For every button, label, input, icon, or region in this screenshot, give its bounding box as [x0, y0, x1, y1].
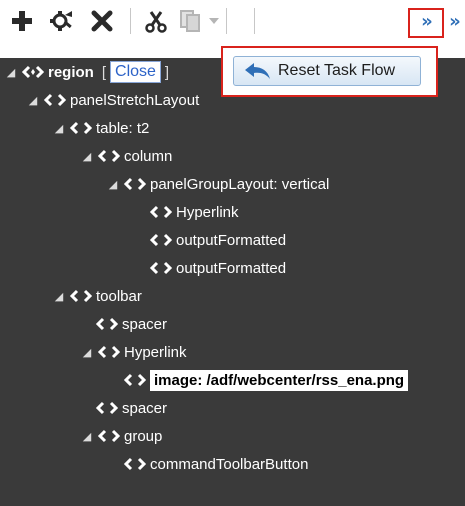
- component-tree: ◢ region [ Close ] ◢ panelStretchLayout …: [0, 58, 465, 506]
- tree-node[interactable]: ◢ panelGroupLayout: vertical: [104, 170, 330, 198]
- bracket-open: [: [101, 63, 107, 81]
- expand-toggle-icon[interactable]: ◢: [78, 430, 96, 443]
- tag-icon: [96, 317, 118, 331]
- tree-node[interactable]: outputFormatted: [148, 254, 286, 282]
- more-button[interactable]: »: [414, 8, 440, 34]
- toolbar-separator: [130, 8, 131, 34]
- expand-toggle-icon[interactable]: ◢: [2, 66, 20, 79]
- tree-node-label: image: /adf/webcenter/rss_ena.png: [150, 369, 409, 391]
- tree-node-label: spacer: [122, 315, 168, 333]
- toolbar-separator: [254, 8, 255, 34]
- tree-node-region[interactable]: ◢ region [ Close ]: [2, 58, 169, 86]
- toolbar: » »: [0, 0, 465, 46]
- tag-icon: [96, 401, 118, 415]
- tree-node-selected[interactable]: image: /adf/webcenter/rss_ena.png: [122, 366, 409, 394]
- tree-node-label: outputFormatted: [176, 259, 287, 277]
- tree-node[interactable]: commandToolbarButton: [122, 450, 308, 478]
- tag-icon: [150, 233, 172, 247]
- expand-toggle-icon[interactable]: ◢: [104, 178, 122, 191]
- tree-node[interactable]: Hyperlink: [148, 198, 239, 226]
- overflow-popup: Reset Task Flow: [221, 46, 438, 97]
- tag-icon: [150, 261, 172, 275]
- tree-node-label: Hyperlink: [176, 203, 239, 221]
- tree-node[interactable]: outputFormatted: [148, 226, 286, 254]
- tag-icon: [22, 65, 44, 79]
- tree-node-label: toolbar: [96, 287, 142, 305]
- tree-node[interactable]: ◢ panelStretchLayout: [24, 86, 200, 114]
- tree-node-label: panelGroupLayout: vertical: [150, 175, 330, 193]
- expand-toggle-icon[interactable]: ◢: [78, 150, 96, 163]
- cut-icon[interactable]: [142, 7, 170, 35]
- tree-node-label: table: t2: [96, 119, 150, 137]
- tree-node-label: column: [124, 147, 173, 165]
- copy-icon[interactable]: [176, 7, 204, 35]
- settings-icon[interactable]: [48, 7, 76, 35]
- tag-icon: [44, 93, 66, 107]
- more-button-secondary[interactable]: »: [446, 8, 464, 34]
- expand-toggle-icon[interactable]: ◢: [50, 122, 68, 135]
- tree-node[interactable]: ◢ column: [78, 142, 173, 170]
- reset-task-flow-button[interactable]: Reset Task Flow: [233, 56, 421, 86]
- bracket-close: ]: [164, 63, 170, 81]
- tree-node-label: panelStretchLayout: [70, 91, 200, 109]
- tag-icon: [70, 289, 92, 303]
- tree-node[interactable]: spacer: [94, 394, 167, 422]
- expand-toggle-icon[interactable]: ◢: [50, 290, 68, 303]
- tree-node-label: group: [124, 427, 163, 445]
- toolbar-separator: [226, 8, 227, 34]
- tree-node-label: commandToolbarButton: [150, 455, 309, 473]
- tree-node-label: region: [48, 63, 94, 81]
- undo-arrow-icon: [242, 60, 272, 82]
- tree-node[interactable]: ◢ Hyperlink: [78, 338, 187, 366]
- tree-node-label: Hyperlink: [124, 343, 187, 361]
- tag-icon: [98, 429, 120, 443]
- expand-toggle-icon[interactable]: ◢: [78, 346, 96, 359]
- tag-icon: [70, 121, 92, 135]
- tag-icon: [98, 149, 120, 163]
- tree-node[interactable]: ◢ toolbar: [50, 282, 142, 310]
- tag-icon: [124, 373, 146, 387]
- dropdown-icon[interactable]: [206, 7, 222, 35]
- tag-icon: [124, 457, 146, 471]
- delete-icon[interactable]: [88, 7, 116, 35]
- tag-icon: [98, 345, 120, 359]
- tree-node[interactable]: spacer: [94, 310, 167, 338]
- reset-task-flow-label: Reset Task Flow: [278, 62, 396, 79]
- close-link[interactable]: Close: [110, 61, 161, 83]
- add-icon[interactable]: [8, 7, 36, 35]
- tag-icon: [150, 205, 172, 219]
- tree-node[interactable]: ◢ group: [78, 422, 163, 450]
- tree-node-label: outputFormatted: [176, 231, 287, 249]
- tag-icon: [124, 177, 146, 191]
- expand-toggle-icon[interactable]: ◢: [24, 94, 42, 107]
- tree-node[interactable]: ◢ table: t2: [50, 114, 150, 142]
- tree-node-label: spacer: [122, 399, 168, 417]
